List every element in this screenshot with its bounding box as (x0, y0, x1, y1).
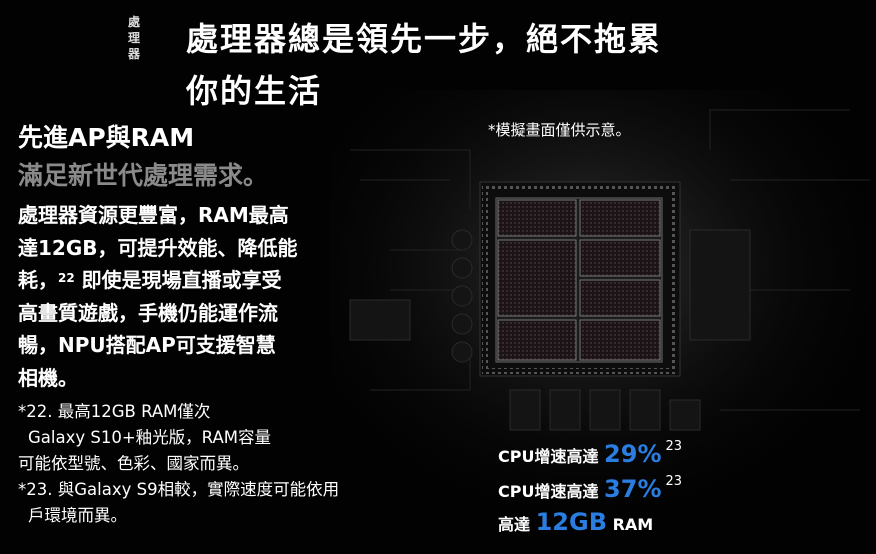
footnote-ref: 23 (665, 439, 683, 454)
subhead-tagline: 滿足新世代處理需求。 (18, 161, 269, 190)
stat-ram: 高達 12GB RAM (498, 508, 653, 536)
footnote-ref: 23 (665, 474, 683, 489)
stat-cpu-1: CPU增速高達 29% 23 (498, 439, 683, 468)
subhead-title: 先進AP與RAM (18, 123, 195, 152)
disclaimer: *模擬畫面僅供示意。 (488, 121, 631, 139)
headline-line2: 你的生活 (186, 72, 323, 110)
footnote-line: 戶環境而異。 (28, 506, 127, 525)
footnote-line: *22. 最高12GB RAM僅次 (18, 402, 211, 421)
stat-label: 高達 (498, 515, 531, 534)
body-line: 暢，NPU搭配AP可支援智慧 (18, 333, 276, 357)
stat-suffix: RAM (612, 515, 654, 534)
stat-value: 12GB (535, 508, 607, 536)
footnotes: *22. 最高12GB RAM僅次 Galaxy S10+釉光版，RAM容量 可… (18, 399, 339, 529)
headline: 處理器總是領先一步，絕不拖累 你的生活 (186, 14, 662, 118)
body-line: 高畫質遊戲，手機仍能運作流 (18, 300, 278, 325)
stat-label: CPU增速高達 (498, 482, 599, 501)
footnote-line: *23. 與Galaxy S9相較，實際速度可能依用 (18, 480, 340, 499)
footnote-line: Galaxy S10+釉光版，RAM容量 (28, 428, 271, 447)
stat-value: 37% (604, 475, 662, 503)
headline-line1: 處理器總是領先一步，絕不拖累 (186, 20, 663, 58)
body-line-part: 即使是現場直播或享受 (81, 268, 282, 292)
body-line: 處理器資源更豐富，RAM最高 (18, 203, 289, 227)
side-tag: 處理器 (128, 15, 142, 61)
hero-banner: 處理器 處理器總是領先一步，絕不拖累 你的生活 先進AP與RAM 滿足新世代處理… (0, 0, 876, 554)
body-line: 耗，22 即使是現場直播或享受 (18, 264, 348, 297)
body-line: 相機。 (18, 365, 78, 390)
body-copy: 處理器資源更豐富，RAM最高 達12GB，可提升效能、降低能 耗，22 即使是現… (18, 199, 348, 394)
stat-label: CPU增速高達 (498, 447, 599, 466)
footnote-line: 可能依型號、色彩、國家而異。 (18, 454, 249, 473)
stat-value: 29% (604, 440, 662, 468)
body-line: 達12GB，可提升效能、降低能 (18, 235, 298, 260)
stat-cpu-2: CPU增速高達 37% 23 (498, 474, 683, 503)
footnote-ref: 22 (58, 271, 75, 285)
body-line-part: 耗， (18, 268, 58, 292)
